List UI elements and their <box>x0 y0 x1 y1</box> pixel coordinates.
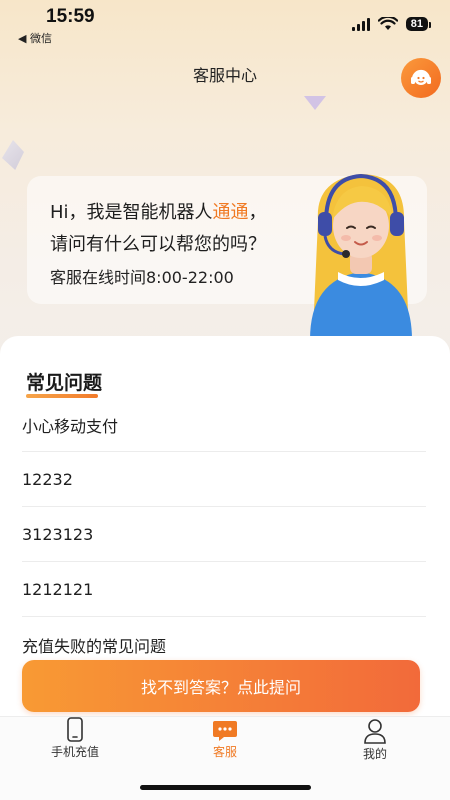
status-bar: 15:59 ◀ 微信 81 <box>0 0 450 50</box>
tab-customer-service[interactable]: 客服 <box>150 717 300 760</box>
tab-label: 我的 <box>362 747 387 761</box>
ask-question-button[interactable]: 找不到答案？点此提问 <box>22 660 420 712</box>
status-icons: 81 <box>351 17 432 31</box>
faq-item-label: 3123123 <box>22 525 94 544</box>
chat-icon <box>213 721 237 741</box>
greeting-text: Hi，我是智能机器人 <box>50 202 213 223</box>
back-to-wechat-link[interactable]: ◀ 微信 <box>18 30 52 46</box>
faq-item[interactable]: 3123123 <box>22 508 426 562</box>
tab-my-profile[interactable]: 我的 <box>300 717 450 762</box>
phone-icon <box>67 717 83 742</box>
home-indicator <box>140 785 311 790</box>
faq-item[interactable]: 12232 <box>22 453 426 507</box>
welcome-greeting: Hi，我是智能机器人通通， <box>50 198 267 224</box>
status-time: 15:59 <box>46 6 95 27</box>
page-title: 客服中心 <box>192 66 257 85</box>
faq-item-label: 充值失败的常见问题 <box>22 637 167 656</box>
tab-label: 手机充值 <box>50 745 99 759</box>
wifi-icon <box>377 17 398 30</box>
faq-item[interactable]: 小心移动支付 <box>22 398 426 452</box>
customer-service-button[interactable] <box>401 58 441 98</box>
battery-indicator: 81 <box>405 17 432 31</box>
bot-name: 通通 <box>212 202 249 223</box>
headset-icon <box>411 69 431 85</box>
greeting-punctuation: ， <box>248 202 267 223</box>
faq-item-label: 小心移动支付 <box>22 416 119 436</box>
user-icon <box>364 719 386 744</box>
faq-item-label: 12232 <box>22 470 73 489</box>
faq-item[interactable]: 1212121 <box>22 563 426 617</box>
faq-item-label: 1212121 <box>22 580 94 599</box>
signal-icon <box>351 17 370 31</box>
tab-label: 客服 <box>212 745 237 759</box>
tab-phone-recharge[interactable]: 手机充值 <box>0 717 150 760</box>
service-hours: 客服在线时间8:00-22:00 <box>50 268 234 287</box>
welcome-question: 请问有什么可以帮您的吗？ <box>50 234 266 255</box>
robot-agent-illustration <box>310 173 412 340</box>
faq-title: 常见问题 <box>26 372 103 394</box>
